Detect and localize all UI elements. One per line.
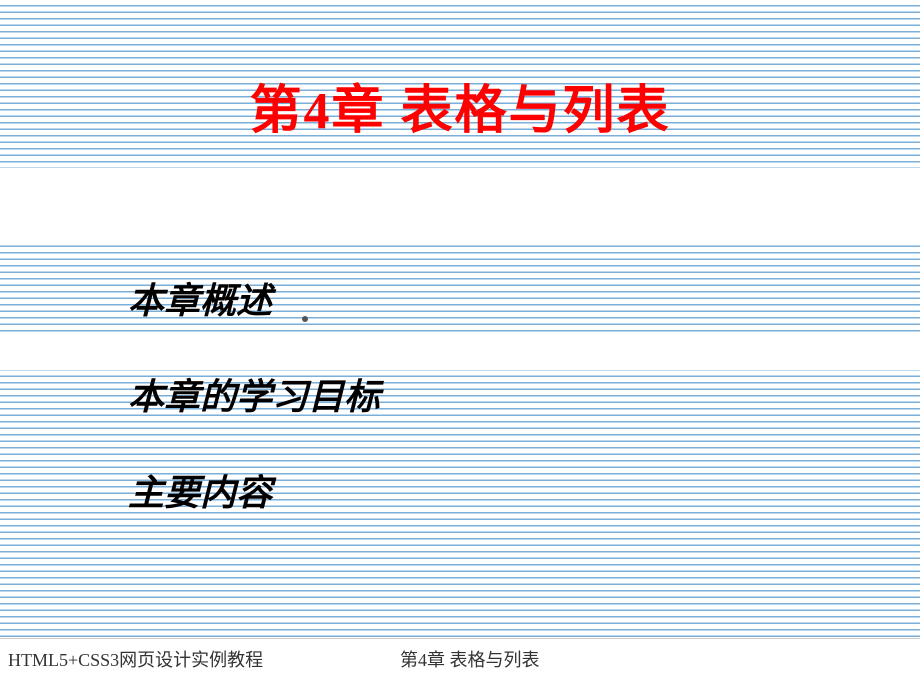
footer-bar: HTML5+CSS3网页设计实例教程 第4章 表格与列表 bbox=[0, 638, 920, 690]
section-overview: 本章概述 bbox=[128, 272, 272, 324]
section-goals: 本章的学习目标 bbox=[128, 368, 380, 420]
footer-chapter-label: 第4章 表格与列表 bbox=[400, 646, 540, 672]
white-band-upper bbox=[0, 168, 920, 242]
chapter-title: 第4章 表格与列表 bbox=[0, 68, 920, 143]
footer-book-title: HTML5+CSS3网页设计实例教程 bbox=[8, 646, 263, 672]
decorative-dot bbox=[302, 316, 308, 322]
section-content: 主要内容 bbox=[128, 464, 272, 516]
white-band-middle bbox=[0, 336, 920, 370]
